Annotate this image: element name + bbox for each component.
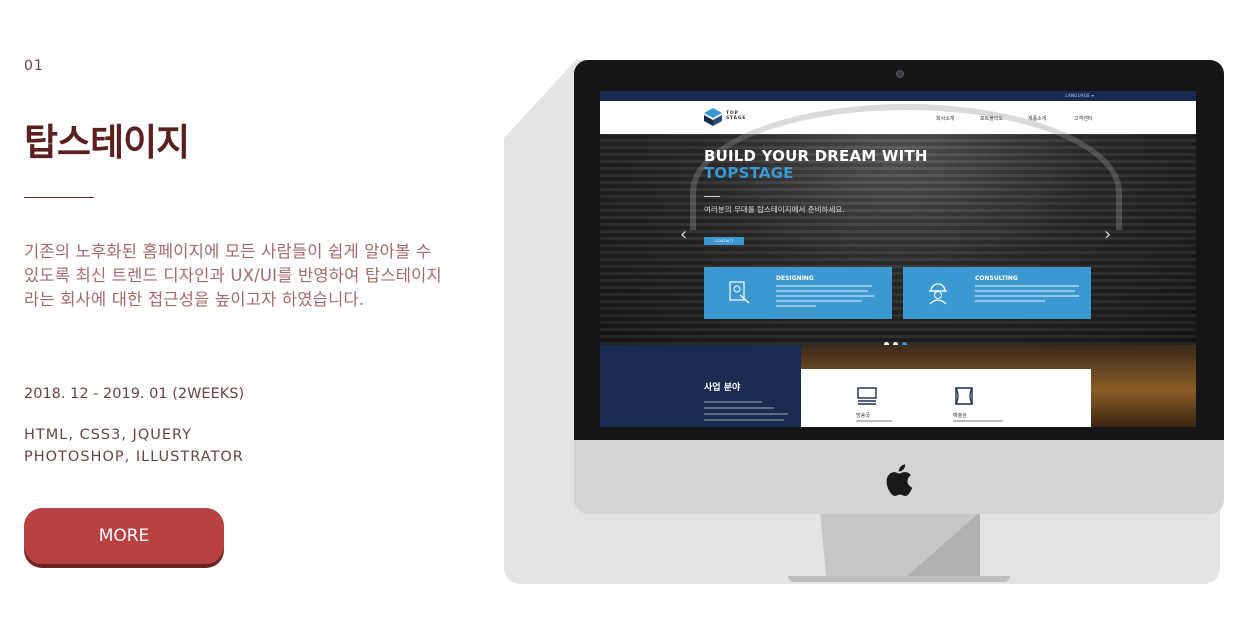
business-text-line	[704, 401, 762, 403]
preview-menu-item: 고객센터	[1074, 116, 1093, 122]
card-text-line	[776, 290, 868, 292]
card-title: CONSULTING	[975, 275, 1018, 282]
topstage-logo-icon	[704, 108, 722, 126]
project-description: 기존의 노후화된 홈페이지에 모든 사람들이 쉽게 알아볼 수 있도록 최신 트…	[24, 242, 442, 309]
business-item-label: 예술관	[953, 413, 967, 419]
card-text-line	[975, 295, 1079, 297]
theater-icon	[955, 387, 973, 405]
project-number: 01	[24, 58, 44, 74]
camera-dot	[896, 70, 904, 78]
monitor-stand-base	[788, 576, 1010, 582]
card-text-line	[776, 305, 816, 307]
card-text-line	[776, 295, 874, 297]
business-text-line	[704, 407, 774, 409]
website-preview: LANGUAGE ▾ TOP STAGE 회사소개 포트폴리오 제품소개 고객센…	[600, 91, 1196, 427]
tech-stack-line-1: HTML, CSS3, JQUERY	[24, 427, 193, 443]
tech-stack: HTML, CSS3, JQUERY PHOTOSHOP, ILLUSTRATO…	[24, 424, 244, 468]
project-title: 탑스테이지	[24, 121, 190, 164]
title-divider	[24, 197, 94, 198]
preview-business-section: 사업 분야	[600, 345, 801, 427]
business-item-text-line	[856, 420, 892, 422]
broadcast-icon	[857, 387, 877, 405]
business-item-text-line	[953, 420, 1003, 422]
chevron-left-icon: ‹	[680, 224, 688, 245]
card-text-line	[975, 300, 1045, 302]
design-icon	[729, 281, 750, 304]
card-text-line	[776, 285, 872, 287]
more-button[interactable]: MORE	[24, 508, 224, 564]
preview-topbar: LANGUAGE ▾	[600, 91, 1196, 101]
chevron-right-icon: ›	[1104, 224, 1112, 245]
preview-hero: BUILD YOUR DREAM WITH TOPSTAGE 여러분의 무대를 …	[600, 104, 1196, 347]
card-text-line	[776, 300, 862, 302]
business-text-line	[704, 413, 788, 415]
logo-text-bottom: STAGE	[726, 116, 747, 121]
hero-heading-line-1: BUILD YOUR DREAM WITH	[704, 147, 928, 165]
preview-hero-heading: BUILD YOUR DREAM WITH TOPSTAGE	[704, 148, 928, 182]
card-text-line	[975, 285, 1079, 287]
hero-dash	[704, 196, 720, 197]
preview-card-designing: DESIGNING	[704, 267, 892, 319]
hero-heading-line-2: TOPSTAGE	[704, 164, 794, 182]
preview-contact-button: CONTACT	[704, 237, 744, 245]
topstage-logo-text: TOP STAGE	[726, 111, 746, 121]
business-text-line	[704, 419, 784, 421]
business-items-box: 방송국 예술관	[801, 369, 1091, 427]
card-title: DESIGNING	[776, 275, 814, 282]
language-selector: LANGUAGE ▾	[1065, 93, 1094, 98]
preview-card-consulting: CONSULTING	[903, 267, 1091, 319]
project-period: 2018. 12 - 2019. 01 (2WEEKS)	[24, 386, 245, 402]
preview-hero-subtitle: 여러분의 무대를 탑스테이지에서 준비하세요.	[704, 205, 845, 214]
apple-logo-icon	[886, 464, 913, 496]
consulting-icon	[929, 283, 947, 305]
card-text-line	[975, 290, 1075, 292]
business-title: 사업 분야	[704, 383, 741, 393]
business-item-label: 방송국	[856, 413, 870, 419]
tech-stack-line-2: PHOTOSHOP, ILLUSTRATOR	[24, 449, 244, 465]
